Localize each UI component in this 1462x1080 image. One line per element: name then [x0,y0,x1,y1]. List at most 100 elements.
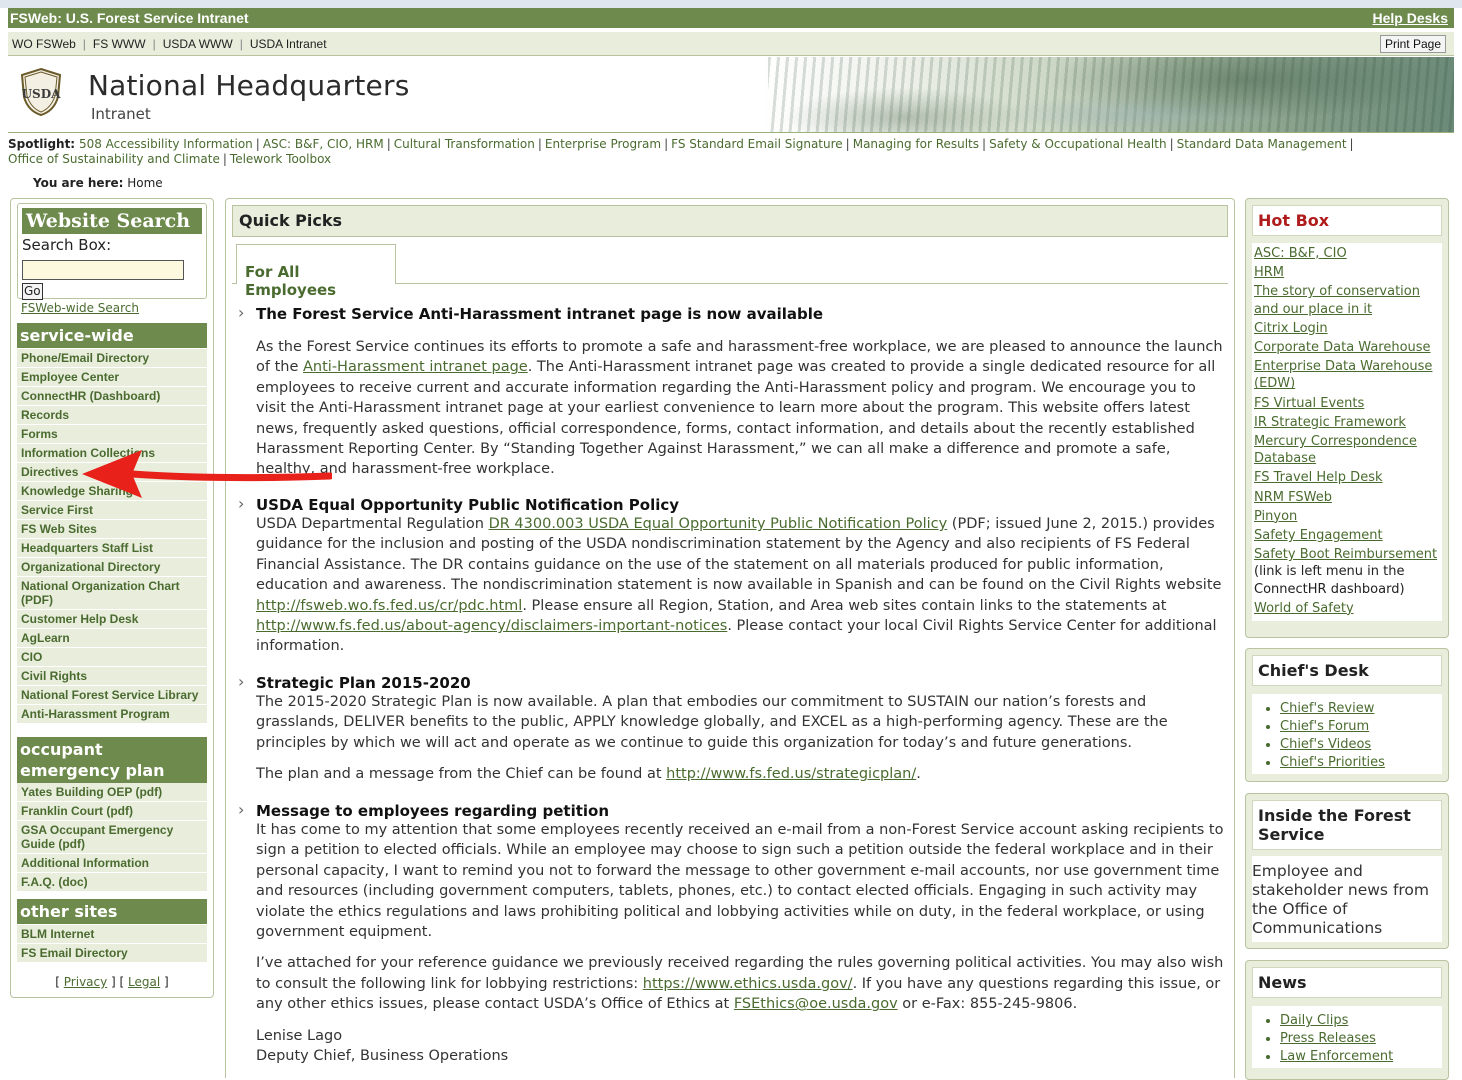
article-title: USDA Equal Opportunity Public Notificati… [234,494,1224,514]
sidebar-item-franklin-court[interactable]: Franklin Court (pdf) [17,802,207,821]
article-body: I’ve attached for your reference guidanc… [256,955,1224,1013]
news-box: News Daily Clips Press Releases Law Enfo… [1245,960,1449,1080]
chiefs-desk: Chief's Desk Chief's Review Chief's Foru… [1245,648,1449,782]
sidebar-item-information-collections[interactable]: Information Collections [17,444,207,463]
spotlight-bar: Spotlight: 508 Accessibility Information… [8,137,1354,166]
hotbox-ir-framework-link[interactable]: IR Strategic Framework [1254,415,1406,430]
sidebar-item-yates-oep[interactable]: Yates Building OEP (pdf) [17,783,207,802]
oep-list: Yates Building OEP (pdf) Franklin Court … [17,783,207,892]
sidebar-item-gsa-guide[interactable]: GSA Occupant Emergency Guide (pdf) [17,821,207,854]
hotbox-travel-help-link[interactable]: FS Travel Help Desk [1254,470,1383,485]
sidebar-item-faq[interactable]: F.A.Q. (doc) [17,873,207,892]
spotlight-item[interactable]: Managing for Results [853,137,979,151]
go-button[interactable]: Go [22,283,43,300]
sidebar-item-fs-web-sites[interactable]: FS Web Sites [17,520,207,539]
spotlight-item[interactable]: Enterprise Program [545,137,661,151]
sidebar-item-aglearn[interactable]: AgLearn [17,629,207,648]
help-desks-link[interactable]: Help Desks [1373,8,1448,28]
sidebar-item-hq-staff-list[interactable]: Headquarters Staff List [17,539,207,558]
chiefs-review-link[interactable]: Chief's Review [1280,701,1374,716]
left-sidebar: Website Search Search Box: Go FSWeb-wide… [10,198,214,998]
usda-forest-service-shield-icon[interactable]: USDA [20,67,62,117]
fsweb-wide-search-link[interactable]: FSWeb-wide Search [21,301,139,315]
breadcrumb-label: You are here: [33,176,124,190]
footer-links: [ Privacy ] [ Legal ] [55,975,169,989]
inside-forest-service-text: Employee and stakeholder news from the O… [1252,856,1442,942]
hotbox-enterprise-dw-link[interactable]: Enterprise Data Warehouse (EDW) [1254,359,1432,391]
spotlight-item[interactable]: Telework Toolbox [230,152,331,166]
sidebar-item-fs-email-directory[interactable]: FS Email Directory [17,944,207,963]
sidebar-item-directives[interactable]: Directives [17,463,207,482]
law-enforcement-link[interactable]: Law Enforcement [1280,1049,1393,1064]
hotbox-mercury-link[interactable]: Mercury Correspondence Database [1254,434,1417,466]
search-box-label: Search Box: [22,236,112,254]
privacy-link[interactable]: Privacy [64,975,107,989]
breadcrumb: You are here: Home [33,176,163,190]
other-sites-heading: other sites [17,899,207,924]
search-input[interactable] [22,260,184,280]
sidebar-item-civil-rights[interactable]: Civil Rights [17,667,207,686]
hotbox-world-of-safety-link[interactable]: World of Safety [1254,601,1354,616]
hotbox-citrix-link[interactable]: Citrix Login [1254,321,1328,336]
sidebar-item-forms[interactable]: Forms [17,425,207,444]
nav-fs-www[interactable]: FS WWW [93,37,146,51]
spotlight-item[interactable]: Office of Sustainability and Climate [8,152,220,166]
banner: USDA National Headquarters Intranet [8,57,1454,133]
hotbox-hrm-link[interactable]: HRM [1254,265,1284,280]
chiefs-priorities-link[interactable]: Chief's Priorities [1280,755,1385,770]
sidebar-item-phone-directory[interactable]: Phone/Email Directory [17,349,207,368]
daily-clips-link[interactable]: Daily Clips [1280,1013,1348,1028]
ethics-usda-link[interactable]: https://www.ethics.usda.gov/ [643,976,853,992]
disclaimers-link[interactable]: http://www.fs.fed.us/about-agency/discla… [256,618,727,634]
chiefs-videos-link[interactable]: Chief's Videos [1280,737,1371,752]
nav-usda-intranet[interactable]: USDA Intranet [250,37,327,51]
breadcrumb-current: Home [127,176,163,190]
article-petition: Message to employees regarding petition … [234,800,1224,1066]
hotbox-virtual-events-link[interactable]: FS Virtual Events [1254,396,1364,411]
sidebar-item-library[interactable]: National Forest Service Library [17,686,207,705]
article-anti-harassment: The Forest Service Anti-Harassment intra… [234,303,1224,480]
sidebar-item-service-first[interactable]: Service First [17,501,207,520]
sidebar-item-anti-harassment[interactable]: Anti-Harassment Program [17,705,207,724]
sidebar-item-additional-info[interactable]: Additional Information [17,854,207,873]
sidebar-item-org-chart[interactable]: National Organization Chart (PDF) [17,577,207,610]
nav-wo-fsweb[interactable]: WO FSWeb [12,37,76,51]
anti-harassment-page-link[interactable]: Anti-Harassment intranet page [303,359,528,375]
hotbox-nrm-link[interactable]: NRM FSWeb [1254,490,1332,505]
sidebar-item-knowledge-sharing[interactable]: Knowledge Sharing [17,482,207,501]
sidebar-item-employee-center[interactable]: Employee Center [17,368,207,387]
sidebar-item-records[interactable]: Records [17,406,207,425]
chiefs-forum-link[interactable]: Chief's Forum [1280,719,1369,734]
tab-for-all-employees[interactable]: For All Employees [236,244,396,299]
strategic-plan-link[interactable]: http://www.fs.fed.us/strategicplan/ [666,766,916,782]
spotlight-item[interactable]: Standard Data Management [1177,137,1347,151]
article-body: USDA Departmental Regulation DR 4300.003… [256,516,1222,655]
article-body: The plan and a message from the Chief ca… [256,766,921,783]
oep-heading: occupant emergency plan [17,737,207,783]
fsethics-email-link[interactable]: FSEthics@oe.usda.gov [734,996,898,1012]
sidebar-item-org-directory[interactable]: Organizational Directory [17,558,207,577]
hotbox-asc-link[interactable]: ASC: B&F, CIO [1254,246,1347,261]
hotbox-conservation-story-link[interactable]: The story of conservation and our place … [1254,284,1420,316]
hotbox-corporate-dw-link[interactable]: Corporate Data Warehouse [1254,340,1431,355]
article-body: As the Forest Service continues its effo… [256,339,1223,478]
civil-rights-link[interactable]: http://fsweb.wo.fs.fed.us/cr/pdc.html [256,598,522,614]
nav-usda-www[interactable]: USDA WWW [163,37,233,51]
spotlight-item[interactable]: ASC: B&F, CIO, HRM [263,137,384,151]
sidebar-item-cio[interactable]: CIO [17,648,207,667]
hotbox-safety-boot-link[interactable]: Safety Boot Reimbursement [1254,547,1437,562]
sidebar-item-blm-internet[interactable]: BLM Internet [17,925,207,944]
press-releases-link[interactable]: Press Releases [1280,1031,1376,1046]
print-page-button[interactable]: Print Page [1379,35,1446,53]
dr-4300-link[interactable]: DR 4300.003 USDA Equal Opportunity Publi… [489,516,948,532]
sidebar-item-customer-help-desk[interactable]: Customer Help Desk [17,610,207,629]
inside-forest-service-heading[interactable]: Inside the Forest Service [1252,800,1442,850]
hotbox-safety-engagement-link[interactable]: Safety Engagement [1254,528,1383,543]
legal-link[interactable]: Legal [128,975,160,989]
spotlight-item[interactable]: Cultural Transformation [394,137,535,151]
spotlight-item[interactable]: Safety & Occupational Health [989,137,1166,151]
spotlight-item[interactable]: FS Standard Email Signature [671,137,843,151]
sidebar-item-connecthr[interactable]: ConnectHR (Dashboard) [17,387,207,406]
spotlight-item[interactable]: 508 Accessibility Information [79,137,253,151]
hotbox-pinyon-link[interactable]: Pinyon [1254,509,1297,524]
